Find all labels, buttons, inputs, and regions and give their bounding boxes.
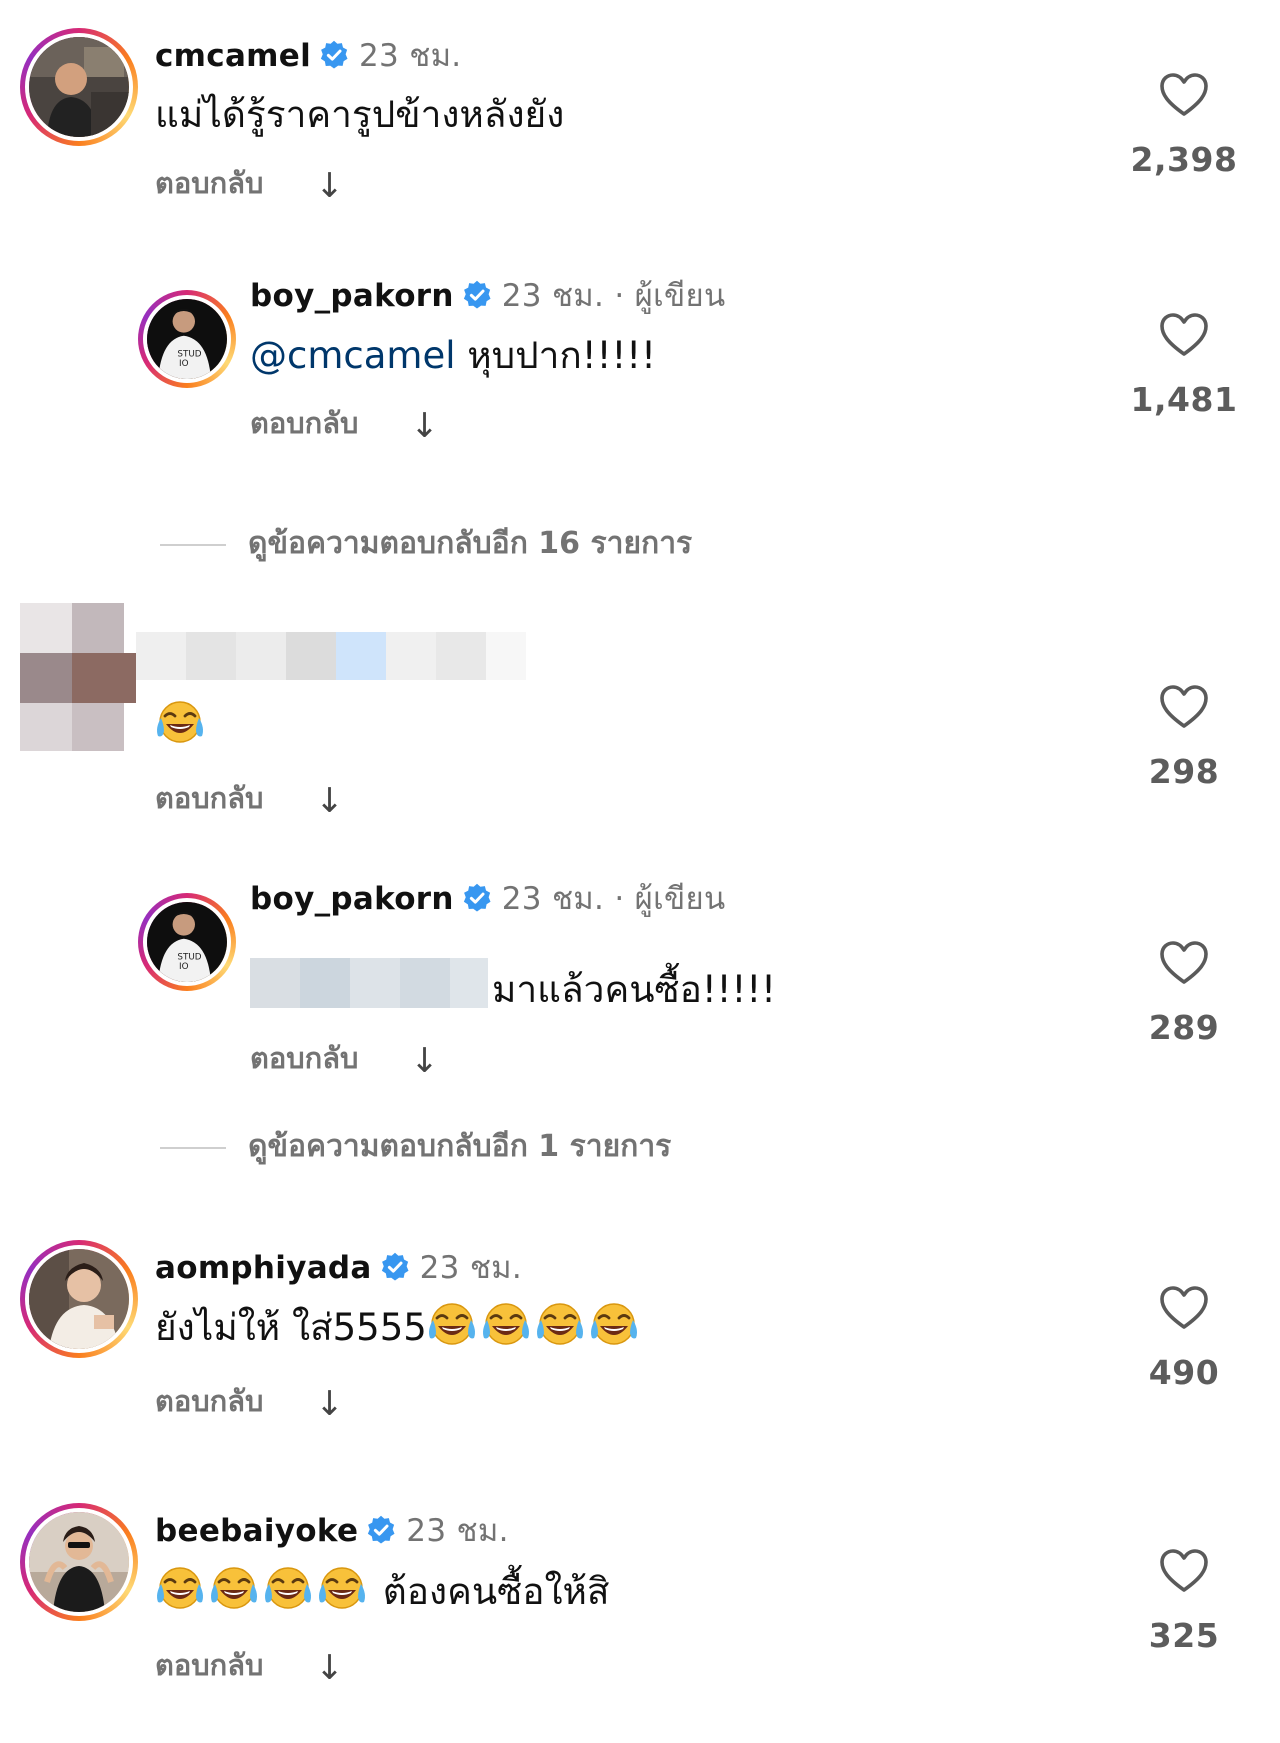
username[interactable]: aomphiyada [155, 1250, 372, 1286]
svg-text:IO: IO [179, 359, 189, 369]
username[interactable]: cmcamel [155, 38, 311, 74]
verified-badge-icon [380, 1252, 410, 1282]
like-section: 289 [1114, 940, 1254, 1047]
laughing-crying-emoji-icon [589, 1300, 639, 1350]
avatar[interactable] [20, 28, 138, 146]
heart-icon[interactable] [1159, 1548, 1209, 1594]
mention-link[interactable] [250, 958, 488, 1008]
comment-time: 23 ชม. · ผู้เขียน [501, 278, 726, 314]
like-count: 1,481 [1130, 380, 1238, 419]
laughing-crying-emoji-icon [263, 1564, 313, 1614]
comment-text: ยังไม่ให้ ใส่5555 [155, 1306, 427, 1349]
like-count: 2,398 [1130, 140, 1238, 179]
avatar[interactable] [20, 1240, 138, 1358]
divider-line [160, 1146, 226, 1149]
svg-text:STUD: STUD [177, 953, 201, 963]
arrow-down-icon[interactable]: ↓ [410, 406, 439, 446]
like-section: 298 [1114, 684, 1254, 791]
verified-badge-icon [319, 40, 349, 70]
verified-badge-icon [366, 1515, 396, 1545]
like-section: 1,481 [1114, 312, 1254, 419]
view-more-label: ดูข้อความตอบกลับอีก 16 รายการ [248, 526, 693, 561]
comment-time: 23 ชม. [359, 38, 462, 74]
laughing-crying-emoji-icon [209, 1564, 259, 1614]
mention-link[interactable]: @cmcamel [250, 334, 456, 377]
like-count: 490 [1148, 1353, 1220, 1392]
laughing-crying-emoji-icon [535, 1300, 585, 1350]
heart-icon[interactable] [1159, 72, 1209, 118]
heart-icon[interactable] [1159, 312, 1209, 358]
laughing-crying-emoji-icon [427, 1300, 477, 1350]
comment-time: 23 ชม. [406, 1513, 509, 1549]
avatar[interactable] [20, 1503, 138, 1621]
svg-text:IO: IO [179, 962, 189, 972]
heart-icon[interactable] [1159, 940, 1209, 986]
username[interactable]: boy_pakorn [250, 881, 454, 917]
arrow-down-icon[interactable]: ↓ [315, 166, 344, 206]
reply-button[interactable]: ตอบกลับ [250, 1041, 358, 1075]
reply-button[interactable]: ตอบกลับ [155, 1384, 263, 1418]
avatar[interactable] [20, 603, 136, 751]
comment-text: มาแล้วคนซื้อ!!!!! [492, 968, 777, 1011]
reply-button[interactable]: ตอบกลับ [155, 166, 263, 200]
reply-button[interactable]: ตอบกลับ [155, 1648, 263, 1682]
comment-time: 23 ชม. · ผู้เขียน [501, 881, 726, 917]
arrow-down-icon[interactable]: ↓ [315, 1384, 344, 1424]
laughing-crying-emoji-icon [317, 1564, 367, 1614]
verified-badge-icon [462, 280, 492, 310]
arrow-down-icon[interactable]: ↓ [315, 1648, 344, 1688]
heart-icon[interactable] [1159, 1285, 1209, 1331]
view-more-label: ดูข้อความตอบกลับอีก 1 รายการ [248, 1129, 672, 1164]
view-more-replies[interactable]: ดูข้อความตอบกลับอีก 1 รายการ [160, 1123, 671, 1170]
reply-button[interactable]: ตอบกลับ [155, 781, 263, 815]
comment-text: ต้องคนซื้อให้สิ [371, 1570, 610, 1613]
view-more-replies[interactable]: ดูข้อความตอบกลับอีก 16 รายการ [160, 520, 692, 567]
like-count: 289 [1148, 1008, 1220, 1047]
comment-text: แม่ได้รู้ราคารูปข้างหลังยัง [155, 93, 565, 136]
username[interactable] [136, 632, 526, 692]
avatar[interactable]: STUD IO [138, 893, 236, 991]
comment-text: หุบปาก!!!!! [455, 334, 656, 377]
like-section: 325 [1114, 1548, 1254, 1655]
username[interactable]: boy_pakorn [250, 278, 454, 314]
like-count: 325 [1148, 1616, 1220, 1655]
laughing-crying-emoji-icon [155, 1564, 205, 1614]
comment-time: 23 ชม. [419, 1250, 523, 1286]
arrow-down-icon[interactable]: ↓ [315, 781, 344, 821]
avatar[interactable]: STUD IO [138, 290, 236, 388]
heart-icon[interactable] [1159, 684, 1209, 730]
reply-button[interactable]: ตอบกลับ [250, 406, 358, 440]
laughing-crying-emoji-icon [155, 698, 205, 748]
like-section: 2,398 [1114, 72, 1254, 179]
like-count: 298 [1148, 752, 1220, 791]
laughing-crying-emoji-icon [481, 1300, 531, 1350]
divider-line [160, 543, 226, 546]
svg-text:STUD: STUD [177, 350, 201, 360]
arrow-down-icon[interactable]: ↓ [410, 1041, 439, 1081]
like-section: 490 [1114, 1285, 1254, 1392]
verified-badge-icon [462, 883, 492, 913]
username[interactable]: beebaiyoke [155, 1513, 358, 1549]
